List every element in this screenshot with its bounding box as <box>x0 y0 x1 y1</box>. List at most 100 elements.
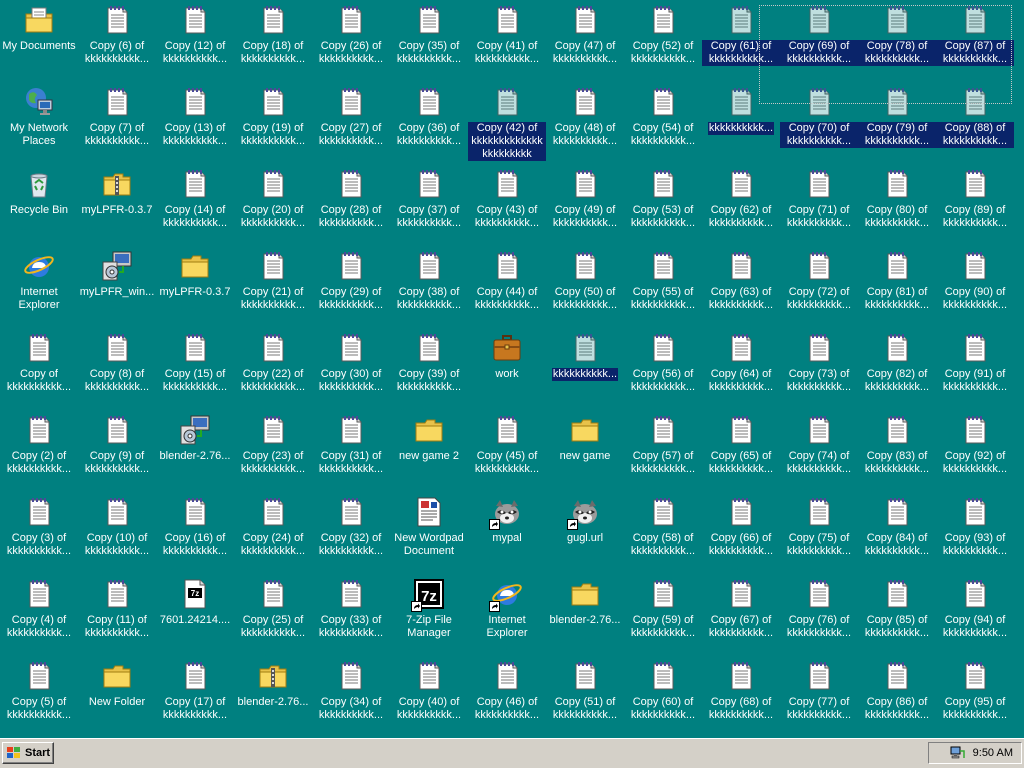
desktop-icon-copy-30-of-kkkkkkkkkk[interactable]: Copy (30) of kkkkkkkkkk... <box>312 330 390 412</box>
desktop-icon-copy-29-of-kkkkkkkkkk[interactable]: Copy (29) of kkkkkkkkkk... <box>312 248 390 330</box>
desktop-icon-7-zip-file-manager[interactable]: 7z 7-Zip File Manager <box>390 576 468 658</box>
desktop-icon-copy-44-of-kkkkkkkkkk[interactable]: Copy (44) of kkkkkkkkkk... <box>468 248 546 330</box>
desktop-icon-mypal[interactable]: mypal <box>468 494 546 576</box>
desktop-icon-copy-45-of-kkkkkkkkkk[interactable]: Copy (45) of kkkkkkkkkk... <box>468 412 546 494</box>
desktop-icon-copy-31-of-kkkkkkkkkk[interactable]: Copy (31) of kkkkkkkkkk... <box>312 412 390 494</box>
desktop[interactable]: My Documents My Network Places Recycle Bin… <box>0 0 1024 738</box>
clock[interactable]: 9:50 AM <box>973 747 1013 759</box>
desktop-icon-blender-2-76[interactable]: blender-2.76... <box>156 412 234 494</box>
desktop-icon-copy-88-of-kkkkkkkkkk[interactable]: Copy (88) of kkkkkkkkkk... <box>936 84 1014 166</box>
start-button[interactable]: Start <box>2 742 54 764</box>
desktop-icon-copy-79-of-kkkkkkkkkk[interactable]: Copy (79) of kkkkkkkkkk... <box>858 84 936 166</box>
desktop-icon-copy-92-of-kkkkkkkkkk[interactable]: Copy (92) of kkkkkkkkkk... <box>936 412 1014 494</box>
desktop-icon-7601-24214[interactable]: 7z 7601.24214.... <box>156 576 234 658</box>
desktop-icon-internet-explorer[interactable]: Internet Explorer <box>468 576 546 658</box>
desktop-icon-copy-20-of-kkkkkkkkkk[interactable]: Copy (20) of kkkkkkkkkk... <box>234 166 312 248</box>
desktop-icon-copy-2-of-kkkkkkkkkk[interactable]: Copy (2) of kkkkkkkkkk... <box>0 412 78 494</box>
desktop-icon-copy-36-of-kkkkkkkkkk[interactable]: Copy (36) of kkkkkkkkkk... <box>390 84 468 166</box>
desktop-icon-copy-76-of-kkkkkkkkkk[interactable]: Copy (76) of kkkkkkkkkk... <box>780 576 858 658</box>
desktop-icon-copy-84-of-kkkkkkkkkk[interactable]: Copy (84) of kkkkkkkkkk... <box>858 494 936 576</box>
desktop-icon-copy-48-of-kkkkkkkkkk[interactable]: Copy (48) of kkkkkkkkkk... <box>546 84 624 166</box>
desktop-icon-copy-64-of-kkkkkkkkkk[interactable]: Copy (64) of kkkkkkkkkk... <box>702 330 780 412</box>
desktop-icon-copy-50-of-kkkkkkkkkk[interactable]: Copy (50) of kkkkkkkkkk... <box>546 248 624 330</box>
network-tray-icon[interactable] <box>949 745 965 761</box>
desktop-icon-copy-91-of-kkkkkkkkkk[interactable]: Copy (91) of kkkkkkkkkk... <box>936 330 1014 412</box>
desktop-icon-copy-32-of-kkkkkkkkkk[interactable]: Copy (32) of kkkkkkkkkk... <box>312 494 390 576</box>
desktop-icon-mylpfr-0-3-7[interactable]: myLPFR-0.3.7 <box>78 166 156 248</box>
desktop-icon-copy-61-of-kkkkkkkkkk[interactable]: Copy (61) of kkkkkkkkkk... <box>702 2 780 84</box>
desktop-icon-internet-explorer[interactable]: Internet Explorer <box>0 248 78 330</box>
desktop-icon-copy-7-of-kkkkkkkkkk[interactable]: Copy (7) of kkkkkkkkkk... <box>78 84 156 166</box>
desktop-icon-copy-9-of-kkkkkkkkkk[interactable]: Copy (9) of kkkkkkkkkk... <box>78 412 156 494</box>
desktop-icon-copy-43-of-kkkkkkkkkk[interactable]: Copy (43) of kkkkkkkkkk... <box>468 166 546 248</box>
desktop-icon-copy-52-of-kkkkkkkkkk[interactable]: Copy (52) of kkkkkkkkkk... <box>624 2 702 84</box>
desktop-icon-copy-39-of-kkkkkkkkkk[interactable]: Copy (39) of kkkkkkkkkk... <box>390 330 468 412</box>
desktop-icon-copy-35-of-kkkkkkkkkk[interactable]: Copy (35) of kkkkkkkkkk... <box>390 2 468 84</box>
desktop-icon-copy-66-of-kkkkkkkkkk[interactable]: Copy (66) of kkkkkkkkkk... <box>702 494 780 576</box>
desktop-icon-kkkkkkkkkk[interactable]: kkkkkkkkkk... <box>702 84 780 166</box>
desktop-icon-copy-41-of-kkkkkkkkkk[interactable]: Copy (41) of kkkkkkkkkk... <box>468 2 546 84</box>
desktop-icon-copy-65-of-kkkkkkkkkk[interactable]: Copy (65) of kkkkkkkkkk... <box>702 412 780 494</box>
desktop-icon-copy-46-of-kkkkkkkkkk[interactable]: Copy (46) of kkkkkkkkkk... <box>468 658 546 738</box>
desktop-icon-mylpfr-0-3-7[interactable]: myLPFR-0.3.7 <box>156 248 234 330</box>
desktop-icon-copy-38-of-kkkkkkkkkk[interactable]: Copy (38) of kkkkkkkkkk... <box>390 248 468 330</box>
desktop-icon-copy-69-of-kkkkkkkkkk[interactable]: Copy (69) of kkkkkkkkkk... <box>780 2 858 84</box>
desktop-icon-copy-85-of-kkkkkkkkkk[interactable]: Copy (85) of kkkkkkkkkk... <box>858 576 936 658</box>
desktop-icon-blender-2-76[interactable]: blender-2.76... <box>234 658 312 738</box>
desktop-icon-copy-17-of-kkkkkkkkkk[interactable]: Copy (17) of kkkkkkkkkk... <box>156 658 234 738</box>
desktop-icon-copy-10-of-kkkkkkkkkk[interactable]: Copy (10) of kkkkkkkkkk... <box>78 494 156 576</box>
desktop-icon-copy-5-of-kkkkkkkkkk[interactable]: Copy (5) of kkkkkkkkkk... <box>0 658 78 738</box>
desktop-icon-copy-94-of-kkkkkkkkkk[interactable]: Copy (94) of kkkkkkkkkk... <box>936 576 1014 658</box>
desktop-icon-copy-21-of-kkkkkkkkkk[interactable]: Copy (21) of kkkkkkkkkk... <box>234 248 312 330</box>
desktop-icon-copy-3-of-kkkkkkkkkk[interactable]: Copy (3) of kkkkkkkkkk... <box>0 494 78 576</box>
desktop-icon-copy-73-of-kkkkkkkkkk[interactable]: Copy (73) of kkkkkkkkkk... <box>780 330 858 412</box>
desktop-icon-copy-89-of-kkkkkkkkkk[interactable]: Copy (89) of kkkkkkkkkk... <box>936 166 1014 248</box>
desktop-icon-copy-8-of-kkkkkkkkkk[interactable]: Copy (8) of kkkkkkkkkk... <box>78 330 156 412</box>
desktop-icon-copy-63-of-kkkkkkkkkk[interactable]: Copy (63) of kkkkkkkkkk... <box>702 248 780 330</box>
desktop-icon-copy-4-of-kkkkkkkkkk[interactable]: Copy (4) of kkkkkkkkkk... <box>0 576 78 658</box>
desktop-icon-work[interactable]: work <box>468 330 546 412</box>
desktop-icon-copy-34-of-kkkkkkkkkk[interactable]: Copy (34) of kkkkkkkkkk... <box>312 658 390 738</box>
desktop-icon-copy-87-of-kkkkkkkkkk[interactable]: Copy (87) of kkkkkkkkkk... <box>936 2 1014 84</box>
desktop-icon-copy-54-of-kkkkkkkkkk[interactable]: Copy (54) of kkkkkkkkkk... <box>624 84 702 166</box>
desktop-icon-copy-24-of-kkkkkkkkkk[interactable]: Copy (24) of kkkkkkkkkk... <box>234 494 312 576</box>
desktop-icon-copy-75-of-kkkkkkkkkk[interactable]: Copy (75) of kkkkkkkkkk... <box>780 494 858 576</box>
desktop-icon-copy-93-of-kkkkkkkkkk[interactable]: Copy (93) of kkkkkkkkkk... <box>936 494 1014 576</box>
desktop-icon-copy-58-of-kkkkkkkkkk[interactable]: Copy (58) of kkkkkkkkkk... <box>624 494 702 576</box>
desktop-icon-copy-33-of-kkkkkkkkkk[interactable]: Copy (33) of kkkkkkkkkk... <box>312 576 390 658</box>
desktop-icon-copy-67-of-kkkkkkkkkk[interactable]: Copy (67) of kkkkkkkkkk... <box>702 576 780 658</box>
desktop-icon-copy-25-of-kkkkkkkkkk[interactable]: Copy (25) of kkkkkkkkkk... <box>234 576 312 658</box>
desktop-icon-copy-60-of-kkkkkkkkkk[interactable]: Copy (60) of kkkkkkkkkk... <box>624 658 702 738</box>
desktop-icon-copy-59-of-kkkkkkkkkk[interactable]: Copy (59) of kkkkkkkkkk... <box>624 576 702 658</box>
desktop-icon-my-network-places[interactable]: My Network Places <box>0 84 78 166</box>
desktop-icon-copy-51-of-kkkkkkkkkk[interactable]: Copy (51) of kkkkkkkkkk... <box>546 658 624 738</box>
desktop-icon-copy-27-of-kkkkkkkkkk[interactable]: Copy (27) of kkkkkkkkkk... <box>312 84 390 166</box>
desktop-icon-copy-82-of-kkkkkkkkkk[interactable]: Copy (82) of kkkkkkkkkk... <box>858 330 936 412</box>
desktop-icon-copy-16-of-kkkkkkkkkk[interactable]: Copy (16) of kkkkkkkkkk... <box>156 494 234 576</box>
desktop-icon-copy-6-of-kkkkkkkkkk[interactable]: Copy (6) of kkkkkkkkkk... <box>78 2 156 84</box>
desktop-icon-copy-83-of-kkkkkkkkkk[interactable]: Copy (83) of kkkkkkkkkk... <box>858 412 936 494</box>
desktop-icon-copy-71-of-kkkkkkkkkk[interactable]: Copy (71) of kkkkkkkkkk... <box>780 166 858 248</box>
desktop-icon-copy-12-of-kkkkkkkkkk[interactable]: Copy (12) of kkkkkkkkkk... <box>156 2 234 84</box>
desktop-icon-my-documents[interactable]: My Documents <box>0 2 78 84</box>
desktop-icon-copy-95-of-kkkkkkkkkk[interactable]: Copy (95) of kkkkkkkkkk... <box>936 658 1014 738</box>
desktop-icon-copy-70-of-kkkkkkkkkk[interactable]: Copy (70) of kkkkkkkkkk... <box>780 84 858 166</box>
desktop-icon-copy-81-of-kkkkkkkkkk[interactable]: Copy (81) of kkkkkkkkkk... <box>858 248 936 330</box>
desktop-icon-copy-13-of-kkkkkkkkkk[interactable]: Copy (13) of kkkkkkkkkk... <box>156 84 234 166</box>
desktop-icon-copy-55-of-kkkkkkkkkk[interactable]: Copy (55) of kkkkkkkkkk... <box>624 248 702 330</box>
desktop-icon-copy-72-of-kkkkkkkkkk[interactable]: Copy (72) of kkkkkkkkkk... <box>780 248 858 330</box>
desktop-icon-copy-37-of-kkkkkkkkkk[interactable]: Copy (37) of kkkkkkkkkk... <box>390 166 468 248</box>
desktop-icon-copy-53-of-kkkkkkkkkk[interactable]: Copy (53) of kkkkkkkkkk... <box>624 166 702 248</box>
desktop-icon-new-wordpad-document[interactable]: New Wordpad Document <box>390 494 468 576</box>
desktop-icon-copy-22-of-kkkkkkkkkk[interactable]: Copy (22) of kkkkkkkkkk... <box>234 330 312 412</box>
desktop-icon-copy-49-of-kkkkkkkkkk[interactable]: Copy (49) of kkkkkkkkkk... <box>546 166 624 248</box>
desktop-icon-copy-28-of-kkkkkkkkkk[interactable]: Copy (28) of kkkkkkkkkk... <box>312 166 390 248</box>
desktop-icon-copy-47-of-kkkkkkkkkk[interactable]: Copy (47) of kkkkkkkkkk... <box>546 2 624 84</box>
desktop-icon-copy-90-of-kkkkkkkkkk[interactable]: Copy (90) of kkkkkkkkkk... <box>936 248 1014 330</box>
desktop-icon-mylpfr-win[interactable]: myLPFR_win... <box>78 248 156 330</box>
desktop-icon-copy-80-of-kkkkkkkkkk[interactable]: Copy (80) of kkkkkkkkkk... <box>858 166 936 248</box>
desktop-icon-recycle-bin[interactable]: Recycle Bin <box>0 166 78 248</box>
desktop-icon-new-game-2[interactable]: new game 2 <box>390 412 468 494</box>
desktop-icon-copy-of-kkkkkkkkkk[interactable]: Copy of kkkkkkkkkk... <box>0 330 78 412</box>
desktop-icon-copy-19-of-kkkkkkkkkk[interactable]: Copy (19) of kkkkkkkkkk... <box>234 84 312 166</box>
